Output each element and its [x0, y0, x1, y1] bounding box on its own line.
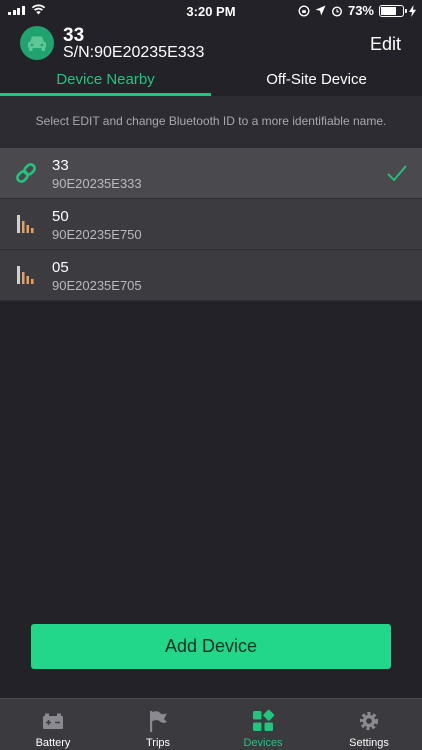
flag-icon [150, 711, 167, 732]
device-name: 33 [52, 157, 69, 174]
bottom-tab-bar: Battery Trips Devices Settings [0, 698, 422, 750]
tabbar-item-trips[interactable]: Trips [105, 699, 211, 750]
device-serial-number: 90E20235E333 [52, 176, 142, 191]
status-right: 73% [298, 3, 416, 18]
tabbar-label: Battery [35, 737, 71, 749]
edit-button[interactable]: Edit [370, 34, 401, 55]
tabbar-label: Devices [243, 737, 283, 749]
location-icon [315, 5, 326, 16]
alarm-icon [331, 5, 342, 17]
device-list: 33 90E20235E333 50 90E20235E750 05 90E20… [0, 148, 422, 301]
tabbar-label: Settings [349, 737, 389, 749]
signal-bars-icon [17, 215, 34, 233]
device-row[interactable]: 50 90E20235E750 [0, 199, 422, 250]
tab-off-site-device[interactable]: Off-Site Device [211, 66, 422, 96]
status-bar: 3:20 PM 73% [0, 0, 422, 22]
battery-percent: 73% [347, 3, 374, 18]
hint-box: Select EDIT and change Bluetooth ID to a… [0, 96, 422, 148]
link-icon [16, 163, 36, 183]
battery-icon [43, 713, 63, 729]
device-serial-number: 90E20235E705 [52, 278, 142, 293]
tabbar-item-devices[interactable]: Devices [210, 699, 316, 750]
device-tabs: Device Nearby Off-Site Device [0, 66, 422, 96]
device-row[interactable]: 33 90E20235E333 [0, 148, 422, 199]
gear-icon [359, 711, 379, 731]
orientation-lock-icon [298, 5, 310, 16]
add-device-button[interactable]: Add Device [31, 624, 391, 669]
car-avatar [20, 26, 54, 60]
charging-bolt-icon [409, 4, 416, 17]
car-icon [28, 36, 46, 51]
tab-device-nearby[interactable]: Device Nearby [0, 66, 211, 96]
tabbar-label: Trips [145, 737, 171, 749]
device-serial-number: 90E20235E750 [52, 227, 142, 242]
hint-text: Select EDIT and change Bluetooth ID to a… [35, 114, 387, 128]
device-header: 33 S/N:90E20235E333 Edit [0, 22, 422, 66]
devices-grid-icon [253, 709, 275, 731]
signal-bars-icon [17, 266, 34, 284]
device-name: 05 [52, 259, 69, 276]
tabbar-item-settings[interactable]: Settings [316, 699, 422, 750]
device-name: 50 [52, 208, 69, 225]
tabbar-item-battery[interactable]: Battery [0, 699, 106, 750]
device-row[interactable]: 05 90E20235E705 [0, 250, 422, 301]
checkmark-icon [387, 165, 407, 182]
battery-status-icon [379, 4, 407, 17]
device-serial: S/N:90E20235E333 [63, 44, 205, 61]
